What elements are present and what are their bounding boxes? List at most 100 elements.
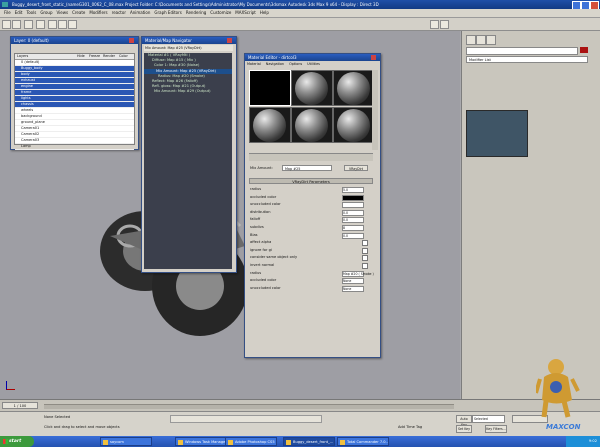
layer-column-hide[interactable]: Hide [77,54,85,59]
sample-slot-5[interactable] [291,107,333,143]
material-editor-menu-material[interactable]: Material [247,62,261,66]
hierarchy-tab[interactable] [486,35,496,45]
param-value[interactable]: 0.0 [342,209,364,216]
param-value[interactable] [342,202,364,209]
map-label: Mix Amount: [250,166,273,170]
menu-maxscript[interactable]: MAXScript [235,9,256,17]
menu-rendering[interactable]: Rendering [186,9,206,17]
layer-column-layers[interactable]: Layers [17,54,28,59]
param-checkbox[interactable] [362,255,368,262]
window-title: Buggy_desert_front_static_(nameG301_0062… [12,2,379,7]
layer-row[interactable]: Lamp [15,144,134,150]
navigator-close-button[interactable] [227,38,232,43]
taskbar-item[interactable]: Adobe Photoshop CS5 [225,437,277,446]
material-editor-menu-navigation[interactable]: Navigation [266,62,284,66]
undo-button[interactable] [2,20,11,29]
taskbar-item[interactable]: Windows Task Manager [175,437,227,446]
link-button[interactable] [24,20,33,29]
rotate-button[interactable] [58,20,67,29]
system-tray: 9:02 [566,436,600,447]
move-button[interactable] [48,20,57,29]
time-slider-handle[interactable]: 1 / 100 [2,402,38,409]
coordinate-fields[interactable] [170,415,322,423]
map-type-button[interactable]: VRayDirt [344,165,368,171]
windows-taskbar: start saycom Windows Task Manager Adobe Ph… [0,436,600,447]
param-row: occluded color [250,194,375,201]
layer-manager-close-button[interactable] [129,38,134,43]
menu-reactor[interactable]: reactor [112,9,126,17]
menu-create[interactable]: Create [72,9,85,17]
param-checkbox[interactable] [362,263,368,269]
material-editor-close-button[interactable] [371,55,376,60]
menu-tools[interactable]: Tools [26,9,36,17]
menu-animation[interactable]: Animation [130,9,150,17]
menu-customize[interactable]: Customize [210,9,231,17]
object-color-swatch[interactable] [580,47,588,53]
param-value[interactable]: 5.0 [342,187,364,193]
material-editor-menu-options[interactable]: Options [289,62,302,66]
sample-slot-6[interactable] [333,107,375,143]
param-value[interactable] [342,194,364,201]
key-filters-button[interactable]: Key Filters... [485,425,507,433]
sample-slot-2[interactable] [291,70,333,106]
set-key-button[interactable]: Set Key [456,425,472,433]
modifier-stack[interactable] [466,110,528,157]
sample-slot-1[interactable] [249,70,291,106]
sample-slot-3[interactable] [333,70,375,106]
object-name-field[interactable] [466,47,578,55]
modifier-list-dropdown[interactable]: Modifier List [466,56,588,63]
maxcon-watermark: MAXCON [546,423,581,431]
quick-render-button[interactable] [440,20,449,29]
select-button[interactable] [36,20,45,29]
param-checkbox[interactable] [362,240,368,247]
taskbar-app-icon [228,440,233,445]
param-row: distribution 0.0 [250,209,375,216]
modify-tab[interactable] [476,35,486,45]
selection-status: None Selected [44,415,71,419]
taskbar-item-label: saycom [110,440,124,444]
taskbar-item-label: Buggy_desert_front_... [293,440,334,444]
param-value[interactable]: None [342,278,364,285]
menu-help[interactable]: Help [260,9,269,17]
menu-group[interactable]: Group [40,9,52,17]
param-row: invert normal [250,262,375,269]
menu-edit[interactable]: Edit [15,9,23,17]
redo-button[interactable] [12,20,21,29]
selected-dropdown[interactable]: Selected [472,415,505,423]
rollout-header[interactable]: VRayDirt Parameters [249,178,373,184]
add-time-tag-button[interactable]: Add Time Tag [398,425,422,429]
create-tab[interactable] [466,35,476,45]
map-name-field[interactable]: Map #25 [282,165,332,171]
track-bar[interactable] [44,404,454,409]
param-value[interactable]: 8 [342,225,364,231]
layer-column-render[interactable]: Render [103,54,115,59]
sample-slot-4[interactable] [249,107,291,143]
main-toolbar [0,18,600,31]
taskbar-item[interactable]: saycom [100,437,152,446]
taskbar-item[interactable]: Buggy_desert_front_... [283,437,335,446]
param-label: consider same object only [250,255,298,260]
taskbar-item-label: Adobe Photoshop CS5 [235,440,275,444]
param-value[interactable]: Map #20 ( Smoke ) [342,270,374,277]
taskbar-item[interactable]: Total Commander 7.0... [337,437,389,446]
menu-modifiers[interactable]: Modifiers [89,9,107,17]
layer-column-freeze[interactable]: Freeze [89,54,100,59]
param-value[interactable]: 0.0 [342,232,364,239]
param-label: invert normal [250,263,275,267]
layer-column-color[interactable]: Color [119,54,128,59]
auto-key-button[interactable]: Auto Key [456,415,472,427]
menu-views[interactable]: Views [57,9,69,17]
param-value[interactable]: None [342,285,364,292]
navigator-node[interactable]: Mix Amount: Map #29 (Output) [144,89,232,94]
window-titlebar: Buggy_desert_front_static_(nameG301_0062… [0,0,600,10]
param-row: affect alpha [250,239,375,247]
menu-file[interactable]: File [4,9,11,17]
param-value[interactable]: 0.0 [342,217,364,224]
layer-manager-title: Layer: 0 (default) [11,37,138,44]
scale-button[interactable] [68,20,77,29]
menu-graph-editors[interactable]: Graph Editors [154,9,181,17]
param-row: ignore for gi [250,247,375,254]
render-button[interactable] [430,20,439,29]
material-editor-menu-utilities[interactable]: Utilities [307,62,320,66]
param-checkbox[interactable] [362,247,368,254]
